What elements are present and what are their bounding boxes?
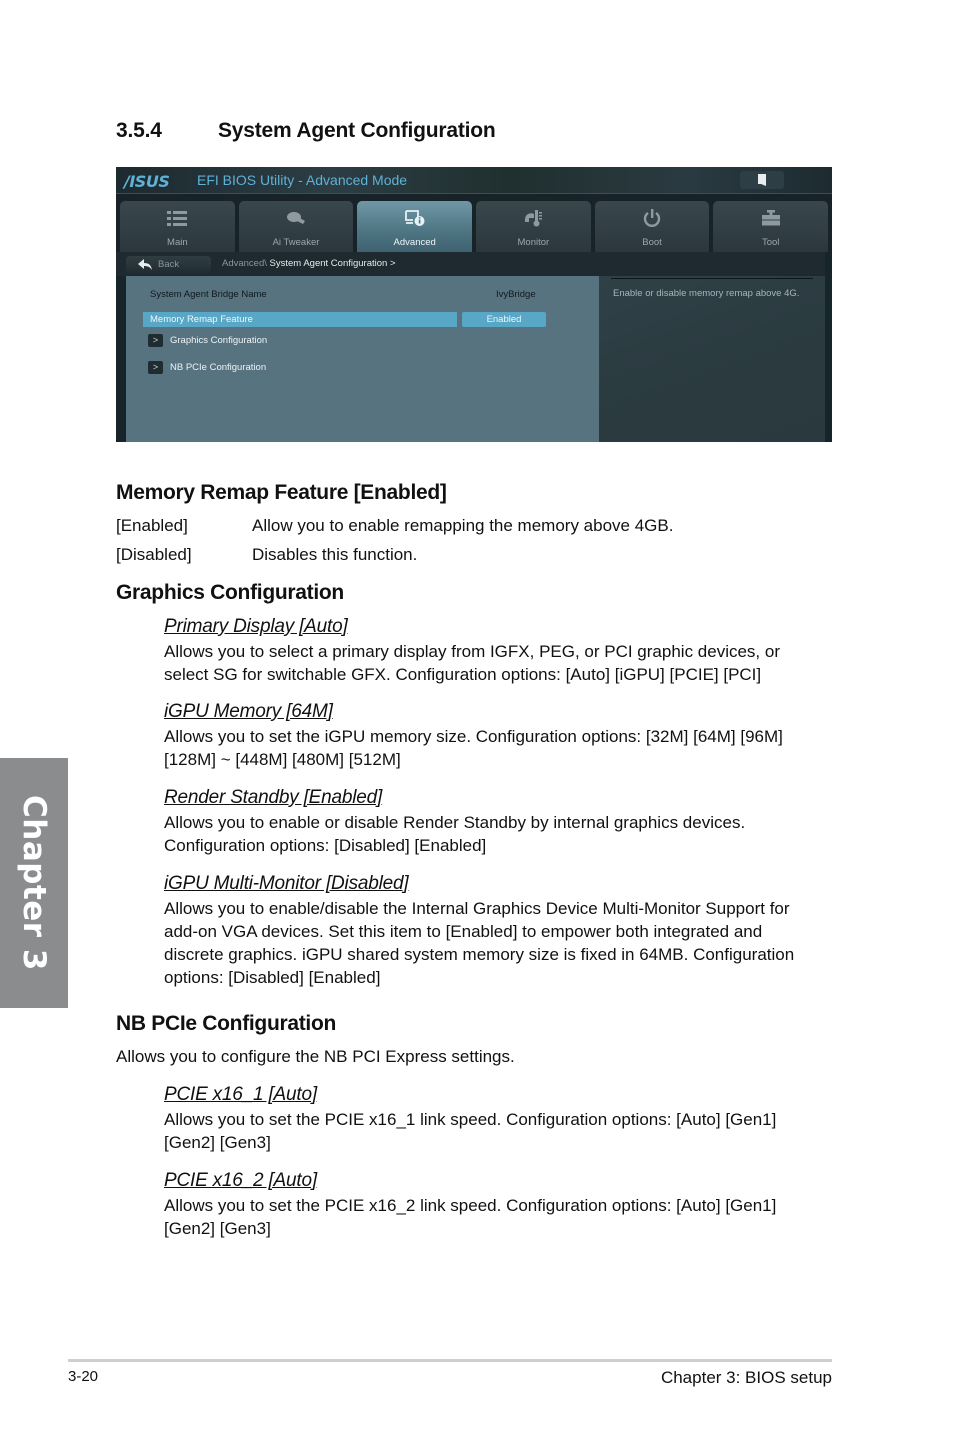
footer-divider	[68, 1359, 832, 1362]
help-divider	[611, 278, 813, 279]
tab-label: Boot	[642, 237, 662, 248]
power-icon	[643, 209, 661, 227]
tab-label: Advanced	[393, 237, 436, 248]
igpu-memory-description: Allows you to set the iGPU memory size. …	[164, 727, 783, 769]
option-row: [Disabled] Disables this function.	[116, 545, 417, 565]
memory-remap-value[interactable]: Enabled	[462, 312, 546, 327]
list-icon	[167, 211, 188, 226]
breadcrumb: Advanced\ System Agent Configuration >	[222, 258, 396, 269]
tab-boot[interactable]: Boot	[594, 201, 710, 252]
nb-pcie-intro: Allows you to configure the NB PCI Expre…	[116, 1047, 515, 1066]
bios-nav-bar: Back Advanced\ System Agent Configuratio…	[116, 252, 832, 276]
nb-pcie-heading: NB PCIe Configuration	[116, 1012, 337, 1035]
tab-label: Main	[167, 237, 188, 248]
primary-display-description: Allows you to select a primary display f…	[164, 642, 780, 684]
igpu-multi-monitor-description: Allows you to enable/disable the Interna…	[164, 899, 795, 987]
pcie-x16-1-heading: PCIE x16_1 [Auto]	[164, 1084, 317, 1105]
page-number: 3-20	[68, 1368, 99, 1385]
bios-screenshot: /ISUS EFI BIOS Utility - Advanced Mode M…	[116, 167, 832, 442]
thermometer-icon	[525, 210, 543, 227]
fan-icon	[287, 212, 305, 224]
primary-display-heading: Primary Display [Auto]	[164, 616, 348, 637]
tab-ai-tweaker[interactable]: Ai Tweaker	[238, 201, 354, 252]
help-text: Enable or disable memory remap above 4G.	[613, 288, 800, 299]
pcie-x16-1-description: Allows you to set the PCIE x16_1 link sp…	[164, 1110, 777, 1152]
tab-label: Tool	[761, 237, 780, 248]
section-title: System Agent Configuration	[218, 119, 496, 142]
igpu-memory-heading: iGPU Memory [64M]	[164, 701, 333, 722]
chevron-right-icon: >	[148, 361, 163, 374]
bios-title: EFI BIOS Utility - Advanced Mode	[197, 172, 408, 188]
advanced-info-icon	[404, 210, 425, 226]
back-label: Back	[158, 259, 180, 270]
tab-label: Ai Tweaker	[272, 237, 320, 248]
graphics-heading: Graphics Configuration	[116, 581, 344, 604]
pcie-x16-2-heading: PCIE x16_2 [Auto]	[164, 1170, 317, 1191]
chapter-side-tab: Chapter 3	[0, 758, 68, 1008]
toolbox-icon	[761, 210, 780, 226]
bios-title-bar: /ISUS EFI BIOS Utility - Advanced Mode	[116, 167, 832, 194]
submenu-label: Graphics Configuration	[170, 335, 268, 346]
memory-remap-label: Memory Remap Feature	[150, 314, 253, 325]
option-desc: Disables this function.	[252, 545, 418, 564]
submenu-label: NB PCIe Configuration	[170, 362, 267, 373]
asus-logo: /ISUS	[124, 172, 170, 191]
bios-tabs: Main Ai Tweaker Advanced Monitor Boot To…	[120, 201, 829, 252]
option-desc: Allow you to enable remapping the memory…	[252, 516, 674, 535]
exit-button[interactable]	[740, 171, 784, 189]
chevron-right-icon: >	[148, 334, 163, 347]
render-standby-heading: Render Standby [Enabled]	[164, 787, 383, 808]
memory-remap-item[interactable]: Memory Remap Feature	[143, 312, 457, 327]
tab-tool[interactable]: Tool	[713, 201, 829, 252]
option-key: [Disabled]	[116, 545, 192, 564]
right-strip	[825, 252, 832, 442]
section-number: 3.5.4	[116, 119, 162, 142]
breadcrumb-current: System Agent Configuration >	[269, 258, 396, 269]
pcie-x16-2-description: Allows you to set the PCIE x16_2 link sp…	[164, 1196, 777, 1238]
igpu-multi-monitor-heading: iGPU Multi-Monitor [Disabled]	[164, 873, 409, 894]
back-button[interactable]: Back	[126, 256, 211, 273]
breadcrumb-parent[interactable]: Advanced\	[222, 258, 267, 269]
left-strip	[116, 276, 126, 442]
tab-advanced[interactable]: Advanced	[357, 201, 473, 252]
bridge-name-label: System Agent Bridge Name	[150, 289, 267, 300]
footer-chapter-title: Chapter 3: BIOS setup	[660, 1368, 832, 1387]
settings-panel: System Agent Bridge Name IvyBridge Memor…	[126, 276, 599, 442]
tab-label: Monitor	[517, 237, 550, 248]
back-arrow-icon	[138, 259, 152, 270]
option-row: [Enabled] Allow you to enable remapping t…	[116, 516, 673, 536]
chapter-tab-label: Chapter 3	[16, 795, 52, 971]
option-key: [Enabled]	[116, 516, 188, 535]
tab-main[interactable]: Main	[120, 201, 235, 252]
help-panel: Enable or disable memory remap above 4G.	[599, 276, 825, 442]
bridge-name-value: IvyBridge	[496, 289, 536, 300]
section-heading: 3.5.4 System Agent Configuration	[116, 119, 496, 143]
render-standby-description: Allows you to enable or disable Render S…	[164, 813, 746, 855]
memory-remap-heading: Memory Remap Feature [Enabled]	[116, 481, 447, 504]
exit-door-icon	[758, 174, 766, 186]
tab-monitor[interactable]: Monitor	[476, 201, 591, 252]
